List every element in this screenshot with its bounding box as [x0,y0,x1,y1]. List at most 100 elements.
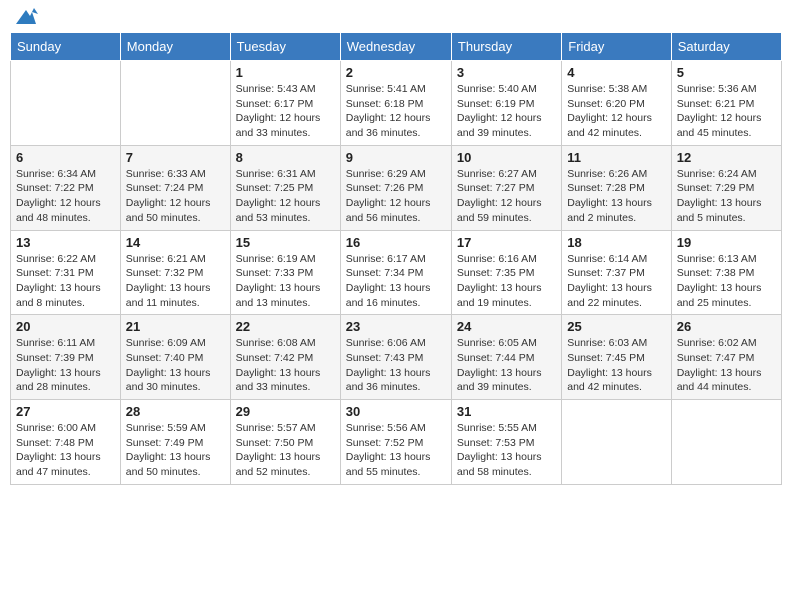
day-number: 23 [346,319,446,334]
calendar-cell: 19 Sunrise: 6:13 AM Sunset: 7:38 PM Dayli… [671,230,781,315]
calendar-cell: 31Sunrise: 5:55 AM Sunset: 7:53 PM Dayli… [451,400,561,485]
calendar-cell: 3 Sunrise: 5:40 AM Sunset: 6:19 PM Daylig… [451,61,561,146]
day-detail: Sunrise: 6:05 AM Sunset: 7:44 PM Dayligh… [457,336,556,395]
calendar-cell: 18 Sunrise: 6:14 AM Sunset: 7:37 PM Dayli… [562,230,671,315]
calendar-table: SundayMondayTuesdayWednesdayThursdayFrid… [10,32,782,485]
page-header [10,10,782,24]
day-header-tuesday: Tuesday [230,33,340,61]
calendar-cell [562,400,671,485]
day-number: 3 [457,65,556,80]
day-detail: Sunrise: 6:29 AM Sunset: 7:26 PM Dayligh… [346,167,446,226]
day-detail: Sunrise: 5:38 AM Sunset: 6:20 PM Dayligh… [567,82,665,141]
week-row-1: 1Sunrise: 5:43 AM Sunset: 6:17 PM Daylig… [11,61,782,146]
day-number: 14 [126,235,225,250]
calendar-cell: 22 Sunrise: 6:08 AM Sunset: 7:42 PM Dayli… [230,315,340,400]
day-detail: Sunrise: 6:09 AM Sunset: 7:40 PM Dayligh… [126,336,225,395]
day-detail: Sunrise: 6:16 AM Sunset: 7:35 PM Dayligh… [457,252,556,311]
week-row-5: 27Sunrise: 6:00 AM Sunset: 7:48 PM Dayli… [11,400,782,485]
day-number: 9 [346,150,446,165]
calendar-cell: 13 Sunrise: 6:22 AM Sunset: 7:31 PM Dayli… [11,230,121,315]
week-row-2: 6 Sunrise: 6:34 AM Sunset: 7:22 PM Daylig… [11,145,782,230]
calendar-cell: 7 Sunrise: 6:33 AM Sunset: 7:24 PM Daylig… [120,145,230,230]
day-detail: Sunrise: 5:36 AM Sunset: 6:21 PM Dayligh… [677,82,776,141]
day-number: 2 [346,65,446,80]
day-number: 13 [16,235,115,250]
day-detail: Sunrise: 5:57 AM Sunset: 7:50 PM Dayligh… [236,421,335,480]
day-detail: Sunrise: 6:17 AM Sunset: 7:34 PM Dayligh… [346,252,446,311]
day-number: 4 [567,65,665,80]
day-header-sunday: Sunday [11,33,121,61]
calendar-cell [11,61,121,146]
calendar-cell: 5 Sunrise: 5:36 AM Sunset: 6:21 PM Daylig… [671,61,781,146]
day-detail: Sunrise: 6:26 AM Sunset: 7:28 PM Dayligh… [567,167,665,226]
day-number: 28 [126,404,225,419]
day-detail: Sunrise: 6:31 AM Sunset: 7:25 PM Dayligh… [236,167,335,226]
day-detail: Sunrise: 6:08 AM Sunset: 7:42 PM Dayligh… [236,336,335,395]
day-detail: Sunrise: 5:41 AM Sunset: 6:18 PM Dayligh… [346,82,446,141]
calendar-cell: 29 Sunrise: 5:57 AM Sunset: 7:50 PM Dayli… [230,400,340,485]
day-detail: Sunrise: 5:43 AM Sunset: 6:17 PM Dayligh… [236,82,335,141]
calendar-cell: 25Sunrise: 6:03 AM Sunset: 7:45 PM Dayli… [562,315,671,400]
day-number: 16 [346,235,446,250]
day-detail: Sunrise: 6:14 AM Sunset: 7:37 PM Dayligh… [567,252,665,311]
day-number: 6 [16,150,115,165]
calendar-cell: 8 Sunrise: 6:31 AM Sunset: 7:25 PM Daylig… [230,145,340,230]
day-number: 11 [567,150,665,165]
day-detail: Sunrise: 5:55 AM Sunset: 7:53 PM Dayligh… [457,421,556,480]
day-number: 26 [677,319,776,334]
day-number: 24 [457,319,556,334]
week-row-3: 13 Sunrise: 6:22 AM Sunset: 7:31 PM Dayli… [11,230,782,315]
day-number: 30 [346,404,446,419]
day-number: 15 [236,235,335,250]
calendar-cell: 6 Sunrise: 6:34 AM Sunset: 7:22 PM Daylig… [11,145,121,230]
day-detail: Sunrise: 5:56 AM Sunset: 7:52 PM Dayligh… [346,421,446,480]
day-number: 10 [457,150,556,165]
day-detail: Sunrise: 6:22 AM Sunset: 7:31 PM Dayligh… [16,252,115,311]
day-detail: Sunrise: 6:33 AM Sunset: 7:24 PM Dayligh… [126,167,225,226]
day-number: 12 [677,150,776,165]
day-number: 5 [677,65,776,80]
day-number: 19 [677,235,776,250]
day-detail: Sunrise: 6:24 AM Sunset: 7:29 PM Dayligh… [677,167,776,226]
calendar-cell: 9 Sunrise: 6:29 AM Sunset: 7:26 PM Daylig… [340,145,451,230]
day-number: 25 [567,319,665,334]
calendar-cell [120,61,230,146]
header-row: SundayMondayTuesdayWednesdayThursdayFrid… [11,33,782,61]
calendar-cell: 27Sunrise: 6:00 AM Sunset: 7:48 PM Dayli… [11,400,121,485]
calendar-cell: 11 Sunrise: 6:26 AM Sunset: 7:28 PM Dayli… [562,145,671,230]
day-detail: Sunrise: 6:13 AM Sunset: 7:38 PM Dayligh… [677,252,776,311]
calendar-cell: 4 Sunrise: 5:38 AM Sunset: 6:20 PM Daylig… [562,61,671,146]
day-detail: Sunrise: 6:00 AM Sunset: 7:48 PM Dayligh… [16,421,115,480]
calendar-cell: 15Sunrise: 6:19 AM Sunset: 7:33 PM Dayli… [230,230,340,315]
day-number: 18 [567,235,665,250]
calendar-cell: 23 Sunrise: 6:06 AM Sunset: 7:43 PM Dayli… [340,315,451,400]
day-number: 7 [126,150,225,165]
day-detail: Sunrise: 6:02 AM Sunset: 7:47 PM Dayligh… [677,336,776,395]
calendar-cell: 10 Sunrise: 6:27 AM Sunset: 7:27 PM Dayli… [451,145,561,230]
calendar-cell: 12 Sunrise: 6:24 AM Sunset: 7:29 PM Dayli… [671,145,781,230]
day-number: 21 [126,319,225,334]
calendar-cell: 30 Sunrise: 5:56 AM Sunset: 7:52 PM Dayli… [340,400,451,485]
day-detail: Sunrise: 6:27 AM Sunset: 7:27 PM Dayligh… [457,167,556,226]
logo-bird-icon [16,6,38,24]
calendar-cell: 28Sunrise: 5:59 AM Sunset: 7:49 PM Dayli… [120,400,230,485]
day-detail: Sunrise: 6:21 AM Sunset: 7:32 PM Dayligh… [126,252,225,311]
calendar-cell: 17 Sunrise: 6:16 AM Sunset: 7:35 PM Dayli… [451,230,561,315]
calendar-cell: 26 Sunrise: 6:02 AM Sunset: 7:47 PM Dayli… [671,315,781,400]
day-header-monday: Monday [120,33,230,61]
day-detail: Sunrise: 6:34 AM Sunset: 7:22 PM Dayligh… [16,167,115,226]
day-header-saturday: Saturday [671,33,781,61]
day-number: 22 [236,319,335,334]
day-header-friday: Friday [562,33,671,61]
day-number: 17 [457,235,556,250]
logo [14,10,38,24]
day-number: 8 [236,150,335,165]
day-detail: Sunrise: 5:40 AM Sunset: 6:19 PM Dayligh… [457,82,556,141]
day-detail: Sunrise: 6:06 AM Sunset: 7:43 PM Dayligh… [346,336,446,395]
day-number: 29 [236,404,335,419]
calendar-cell: 21 Sunrise: 6:09 AM Sunset: 7:40 PM Dayli… [120,315,230,400]
calendar-cell: 2 Sunrise: 5:41 AM Sunset: 6:18 PM Daylig… [340,61,451,146]
calendar-cell: 1Sunrise: 5:43 AM Sunset: 6:17 PM Daylig… [230,61,340,146]
calendar-cell: 14 Sunrise: 6:21 AM Sunset: 7:32 PM Dayli… [120,230,230,315]
calendar-cell: 16 Sunrise: 6:17 AM Sunset: 7:34 PM Dayli… [340,230,451,315]
